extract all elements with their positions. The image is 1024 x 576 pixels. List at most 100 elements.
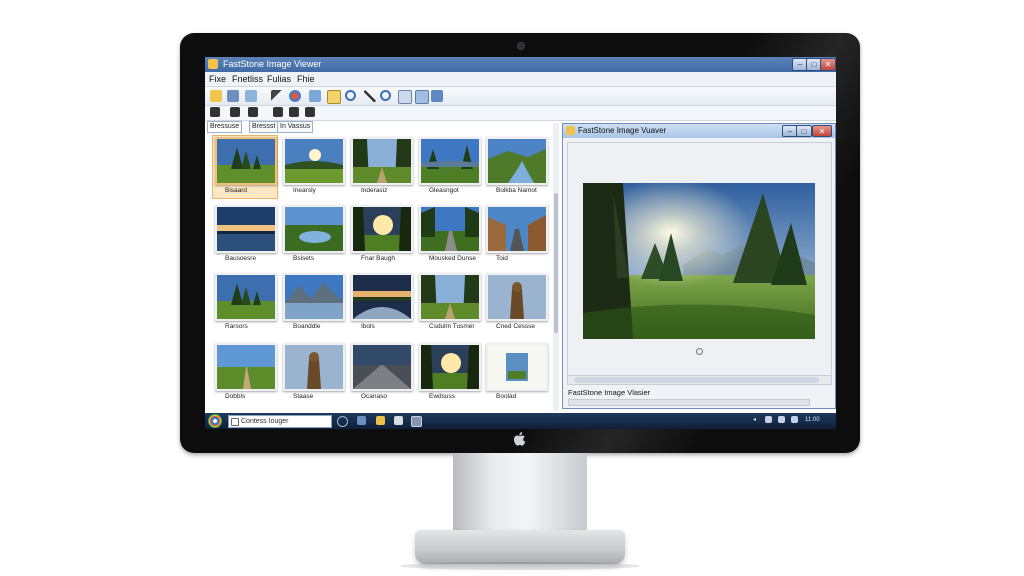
thumbnail-label: Bsisets — [293, 255, 314, 262]
task-view-icon[interactable] — [357, 416, 366, 425]
menu-tools[interactable]: Fulias — [267, 73, 291, 85]
save-icon[interactable] — [227, 90, 239, 102]
app-icon — [208, 59, 218, 69]
thumbnail-road-dusk[interactable] — [351, 343, 413, 391]
thumbnail-label: Csdulm Tusmer — [429, 323, 475, 330]
viewer-maximize-button[interactable]: □ — [796, 125, 812, 137]
thumbnail-lake-meadow[interactable] — [283, 205, 345, 253]
nav-up-icon[interactable] — [248, 107, 258, 117]
menu-edit[interactable]: Fnetliss — [232, 73, 263, 85]
nav-first-icon[interactable] — [210, 107, 220, 117]
webcam — [517, 42, 525, 50]
file-explorer-icon[interactable] — [376, 416, 385, 425]
main-image — [583, 183, 815, 339]
viewer-window-title: FastStone Image Vuaver — [578, 126, 667, 135]
viewer-window: FastStone Image Vuaver – □ ✕ FastStone I… — [562, 123, 836, 409]
thumbnail-label: Bolkba Namot — [496, 187, 537, 194]
start-button-icon[interactable] — [208, 414, 222, 428]
thumbnail-lake-sunset[interactable] — [215, 205, 277, 253]
copy-icon[interactable] — [245, 90, 257, 102]
rotate-icon[interactable] — [271, 90, 283, 102]
thumbnail-browser: Bisaard Inearsly Inderasiz Gleasngot Bolkba … — [207, 133, 550, 411]
thumbnail-label: Gleasngot — [429, 187, 459, 194]
thumbnail-trees-meadow[interactable] — [215, 273, 277, 321]
thumbnail-canyon-road[interactable] — [486, 205, 548, 253]
thumbnail-statue[interactable] — [283, 343, 345, 391]
tab-browse[interactable]: Bressuse — [207, 121, 243, 133]
export-icon[interactable] — [431, 90, 443, 102]
thumbnail-meadow-sun[interactable] — [283, 137, 345, 185]
menubar: Fixe Fnetliss Fulias Fhie — [205, 72, 836, 87]
zoom-in-icon[interactable] — [380, 90, 391, 101]
viewer-close-button[interactable]: ✕ — [812, 125, 832, 137]
thumbnail-river-valley[interactable] — [486, 137, 548, 185]
thumbnail-label: Boanddle — [293, 323, 321, 330]
screen: FastStone Image Viewer – □ ✕ Fixe Fnetli… — [205, 57, 836, 429]
slideshow-icon[interactable] — [309, 90, 321, 102]
viewer-status-label: FastStone Image Vlasier — [568, 388, 651, 397]
thumbnail-label: Rarsors — [225, 323, 248, 330]
thumbnail-field-road[interactable] — [215, 343, 277, 391]
settings-icon[interactable] — [415, 90, 429, 104]
tab-browse-2[interactable]: Bressst — [249, 121, 279, 133]
thumbnail-label: Inearsly — [293, 187, 316, 194]
thumbnail-river-sunset[interactable] — [351, 273, 413, 321]
network-icon[interactable] — [765, 416, 772, 423]
browser-scrollbar[interactable] — [553, 123, 559, 411]
nav-back-icon[interactable] — [230, 107, 240, 117]
viewer-progress-track[interactable] — [568, 399, 810, 406]
thumbnail-forest-path[interactable] — [419, 273, 481, 321]
image-indicator-dot[interactable] — [696, 348, 703, 355]
viewer-status: FastStone Image Vlasier — [563, 386, 835, 408]
thumbnail-label: Boolad — [496, 393, 517, 400]
filter-icon[interactable] — [273, 107, 283, 117]
thumbnail-trees-sky[interactable] — [419, 137, 481, 185]
viewer-titlebar[interactable]: FastStone Image Vuaver – □ ✕ — [563, 124, 835, 138]
thumbnail-forest-path[interactable] — [351, 137, 413, 185]
view-icon[interactable] — [305, 107, 315, 117]
clock[interactable]: 11:00 — [805, 416, 820, 425]
cortana-icon[interactable] — [337, 416, 348, 427]
menu-help[interactable]: Fhie — [297, 73, 315, 85]
volume-icon[interactable] — [778, 416, 785, 423]
thumbnail-label: Bausoesre — [225, 255, 257, 262]
sort-icon[interactable] — [289, 107, 299, 117]
store-icon[interactable] — [394, 416, 403, 425]
taskbar-search-text: Contess Iouger — [241, 418, 289, 425]
tray-arrow-icon[interactable]: ◂ — [753, 416, 756, 425]
thumbnail-label: Cned Cessse — [496, 323, 536, 330]
open-folder-icon[interactable] — [210, 90, 222, 102]
thumbnail-label: Ewdsuss — [429, 393, 456, 400]
thumbnail-sunburst-forest[interactable] — [351, 205, 413, 253]
thumbnail-statue[interactable] — [486, 273, 548, 321]
image-canvas[interactable] — [567, 142, 832, 376]
thumbnail-sunburst-forest[interactable] — [419, 343, 481, 391]
thumbnail-trees-meadow[interactable] — [215, 137, 277, 185]
thumbnail-label: Toid — [496, 255, 508, 262]
viewer-hscroll-thumb[interactable] — [574, 377, 819, 383]
thumbnail-label: Staase — [293, 393, 314, 400]
monitor-stand-neck — [453, 453, 587, 538]
thumbnail-document[interactable] — [486, 343, 548, 391]
stand-shadow — [400, 562, 640, 570]
crop-icon[interactable] — [364, 90, 376, 102]
thumbnail-road-forest[interactable] — [419, 205, 481, 253]
color-icon[interactable] — [289, 90, 301, 102]
close-button[interactable]: ✕ — [820, 58, 836, 71]
toolbar — [205, 87, 836, 106]
viewer-app-icon — [566, 126, 575, 135]
fullscreen-icon[interactable] — [398, 90, 412, 104]
viewer-hscrollbar[interactable] — [567, 375, 832, 385]
tab-viewer[interactable]: In Vassus — [277, 121, 314, 133]
image-viewer-task-icon[interactable] — [411, 416, 422, 427]
zoom-icon[interactable] — [345, 90, 356, 101]
main-titlebar[interactable]: FastStone Image Viewer – □ ✕ — [205, 57, 836, 72]
edit-icon[interactable] — [327, 90, 341, 104]
main-window-title: FastStone Image Viewer — [223, 59, 322, 69]
thumbnail-mountain-lake[interactable] — [283, 273, 345, 321]
taskbar-search[interactable]: Contess Iouger — [228, 415, 332, 428]
scrollbar-thumb[interactable] — [554, 193, 558, 333]
menu-file[interactable]: Fixe — [209, 73, 226, 85]
battery-icon[interactable] — [791, 416, 798, 423]
taskbar: Contess Iouger ◂ 11:00 — [205, 413, 836, 429]
